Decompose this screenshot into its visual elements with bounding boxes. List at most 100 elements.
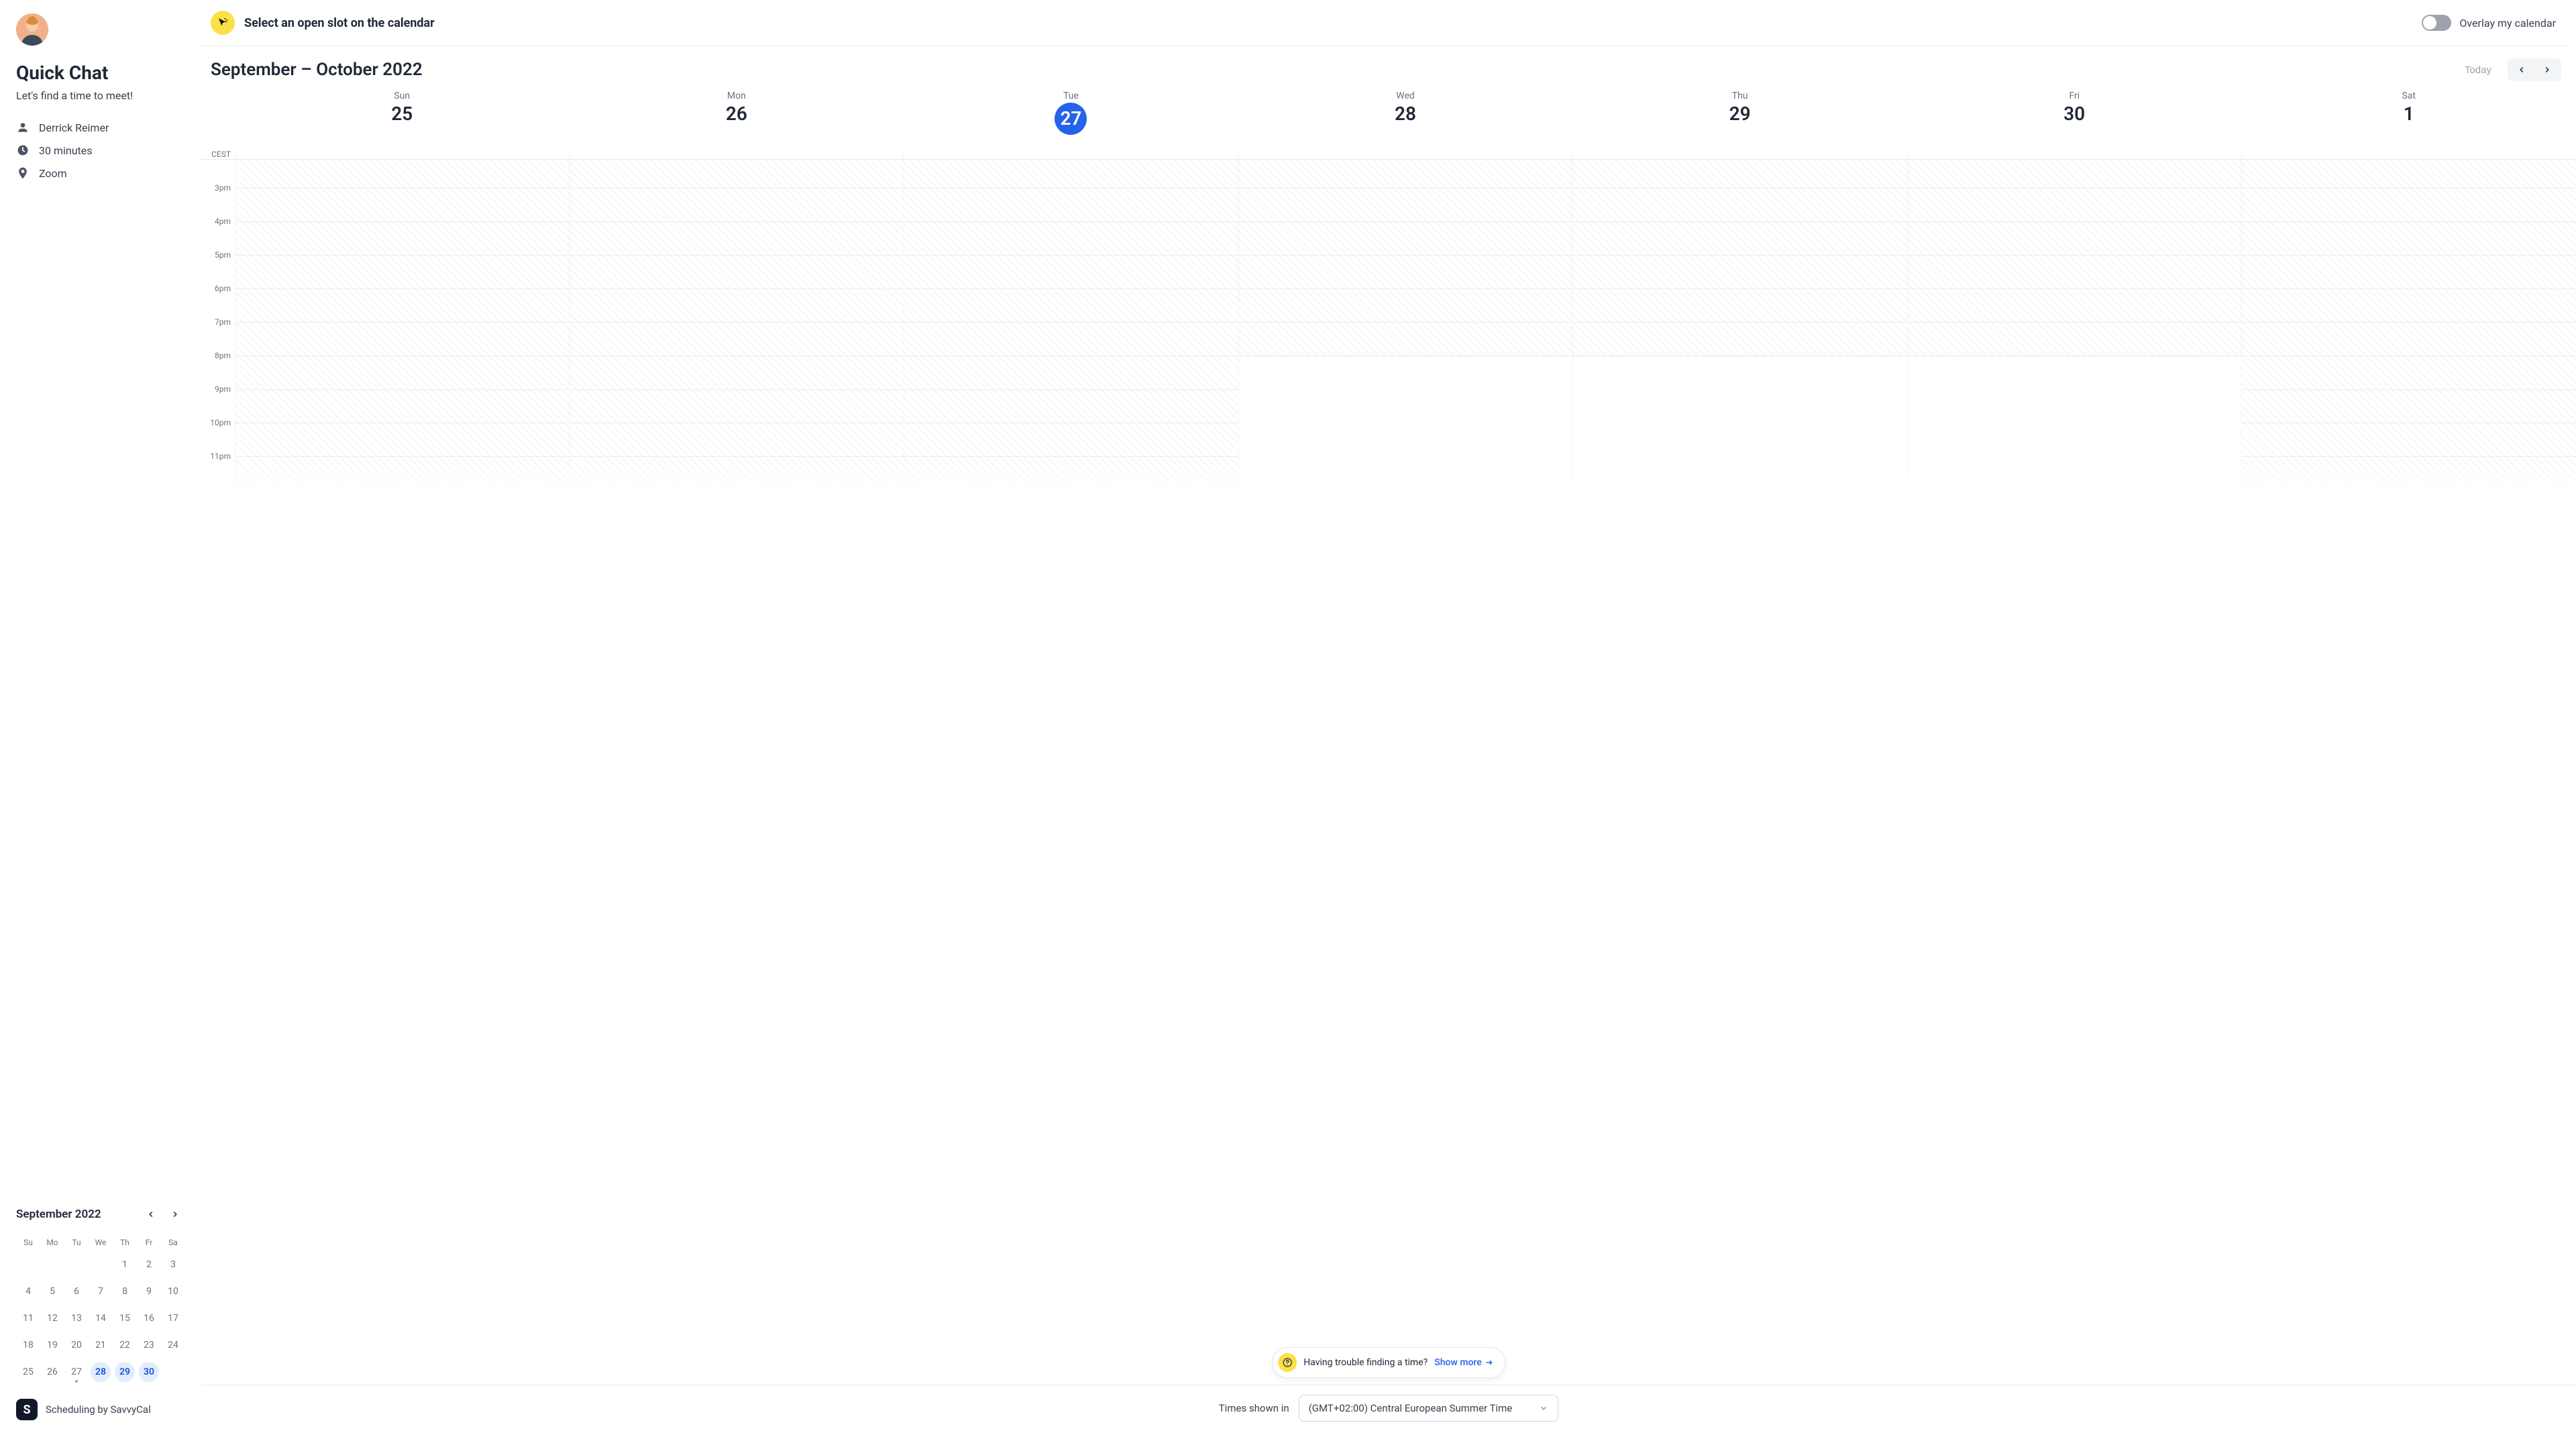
mini-cal-day[interactable]: 14 <box>89 1305 113 1332</box>
day-column[interactable] <box>1238 160 1573 490</box>
next-week-button[interactable] <box>2534 60 2560 80</box>
time-label: 9pm <box>201 384 235 418</box>
mini-cal-day[interactable]: 17 <box>161 1305 185 1332</box>
location-row: Zoom <box>16 166 185 180</box>
day-header[interactable]: Fri30 <box>1907 88 2242 144</box>
mini-calendar-grid: SuMoTuWeThFrSa12345678910111213141516171… <box>16 1234 185 1385</box>
mini-cal-day[interactable]: 9 <box>137 1278 161 1305</box>
mini-cal-day[interactable]: 28 <box>89 1359 113 1385</box>
mini-cal-day[interactable]: 2 <box>137 1251 161 1278</box>
mini-cal-day[interactable]: 21 <box>89 1332 113 1359</box>
mini-cal-day[interactable]: 20 <box>64 1332 89 1359</box>
tz-row: CEST <box>201 144 2576 159</box>
day-column[interactable] <box>1572 160 1907 490</box>
today-button[interactable]: Today <box>2455 59 2501 81</box>
mini-cal-dow: Tu <box>64 1234 89 1251</box>
day-column[interactable] <box>2241 160 2576 490</box>
main-panel: Select an open slot on the calendar Over… <box>201 0 2576 1431</box>
mini-cal-day[interactable]: 29 <box>113 1359 137 1385</box>
sidebar: Quick Chat Let's find a time to meet! De… <box>0 0 201 1431</box>
overlay-toggle-label: Overlay my calendar <box>2459 17 2556 30</box>
day-header[interactable]: Tue27 <box>904 88 1238 144</box>
mini-cal-day[interactable]: 1 <box>113 1251 137 1278</box>
tz-abbrev-label: CEST <box>201 150 235 159</box>
mini-calendar-month: September 2022 <box>16 1208 141 1221</box>
time-label: 5pm <box>201 250 235 284</box>
help-text: Having trouble finding a time? <box>1303 1357 1428 1368</box>
day-header[interactable]: Sun25 <box>235 88 570 144</box>
calendar-header: September – October 2022 Today <box>201 46 2576 88</box>
overlay-toggle-group: Overlay my calendar <box>2422 15 2569 31</box>
mini-cal-prev-button[interactable] <box>141 1204 161 1224</box>
day-column[interactable] <box>1907 160 2242 490</box>
day-column[interactable] <box>235 160 570 490</box>
mini-cal-day[interactable]: 5 <box>40 1278 64 1305</box>
clock-icon <box>16 144 30 157</box>
mini-cal-day[interactable]: 11 <box>16 1305 40 1332</box>
time-label: 7pm <box>201 317 235 351</box>
mini-cal-next-button[interactable] <box>165 1204 185 1224</box>
mini-cal-day[interactable]: 18 <box>16 1332 40 1359</box>
time-label: 10pm <box>201 418 235 452</box>
mini-cal-dow: Fr <box>137 1234 161 1251</box>
meeting-title: Quick Chat <box>16 62 185 84</box>
topbar-title: Select an open slot on the calendar <box>244 16 2412 30</box>
day-column[interactable] <box>570 160 904 490</box>
mini-cal-dow: Th <box>113 1234 137 1251</box>
mini-cal-day[interactable]: 6 <box>64 1278 89 1305</box>
host-row: Derrick Reimer <box>16 121 185 134</box>
mini-cal-dow: Sa <box>161 1234 185 1251</box>
duration-row: 30 minutes <box>16 144 185 157</box>
mini-cal-day[interactable]: 23 <box>137 1332 161 1359</box>
topbar: Select an open slot on the calendar Over… <box>201 0 2569 46</box>
time-label: 3pm <box>201 183 235 217</box>
time-label: 4pm <box>201 217 235 250</box>
mini-cal-day[interactable]: 4 <box>16 1278 40 1305</box>
week-nav <box>2508 58 2561 81</box>
mini-cal-dow: Su <box>16 1234 40 1251</box>
calendar-grid: 3pm4pm5pm6pm7pm8pm9pm10pm11pm Having tro… <box>201 159 2576 1385</box>
mini-cal-day[interactable]: 26 <box>40 1359 64 1385</box>
mini-calendar: September 2022 SuMoTuWeThFrSa12345678910… <box>16 1204 185 1385</box>
mini-cal-day[interactable]: 30 <box>137 1359 161 1385</box>
day-header[interactable]: Thu29 <box>1572 88 1907 144</box>
savvycal-footer[interactable]: S Scheduling by SavvyCal <box>16 1399 185 1420</box>
day-headers-row: Sun25Mon26Tue27Wed28Thu29Fri30Sat1 <box>201 88 2576 144</box>
mini-cal-day[interactable]: 16 <box>137 1305 161 1332</box>
mini-cal-day[interactable]: 27 <box>64 1359 89 1385</box>
mini-cal-day[interactable]: 25 <box>16 1359 40 1385</box>
meeting-subtitle: Let's find a time to meet! <box>16 89 185 102</box>
mini-cal-day[interactable]: 10 <box>161 1278 185 1305</box>
mini-cal-day[interactable]: 7 <box>89 1278 113 1305</box>
overlay-toggle[interactable] <box>2422 15 2451 31</box>
day-header[interactable]: Wed28 <box>1238 88 1573 144</box>
mini-cal-day[interactable]: 8 <box>113 1278 137 1305</box>
calendar-range: September – October 2022 <box>209 60 2449 80</box>
pointer-badge-icon <box>211 11 235 35</box>
meeting-meta-list: Derrick Reimer 30 minutes Zoom <box>16 121 185 180</box>
mini-cal-day[interactable]: 22 <box>113 1332 137 1359</box>
day-column[interactable] <box>904 160 1238 490</box>
timezone-select[interactable]: (GMT+02:00) Central European Summer Time <box>1299 1395 1559 1422</box>
mini-cal-dow: We <box>89 1234 113 1251</box>
person-icon <box>16 121 30 134</box>
mini-cal-day[interactable]: 12 <box>40 1305 64 1332</box>
savvycal-logo-icon: S <box>16 1399 38 1420</box>
savvycal-footer-label: Scheduling by SavvyCal <box>46 1403 151 1416</box>
mini-cal-day[interactable]: 3 <box>161 1251 185 1278</box>
prev-week-button[interactable] <box>2509 60 2534 80</box>
day-header[interactable]: Mon26 <box>570 88 904 144</box>
time-label: 6pm <box>201 284 235 317</box>
help-pill: Having trouble finding a time? Show more <box>1272 1347 1505 1378</box>
chevron-down-icon <box>1539 1403 1548 1413</box>
location-pin-icon <box>16 166 30 180</box>
show-more-link[interactable]: Show more <box>1434 1357 1494 1368</box>
timezone-value: (GMT+02:00) Central European Summer Time <box>1309 1402 1513 1414</box>
mini-cal-day[interactable]: 19 <box>40 1332 64 1359</box>
day-header[interactable]: Sat1 <box>2241 88 2576 144</box>
mini-cal-day[interactable]: 24 <box>161 1332 185 1359</box>
time-label <box>201 159 235 183</box>
time-label: 8pm <box>201 351 235 384</box>
mini-cal-day[interactable]: 13 <box>64 1305 89 1332</box>
mini-cal-day[interactable]: 15 <box>113 1305 137 1332</box>
